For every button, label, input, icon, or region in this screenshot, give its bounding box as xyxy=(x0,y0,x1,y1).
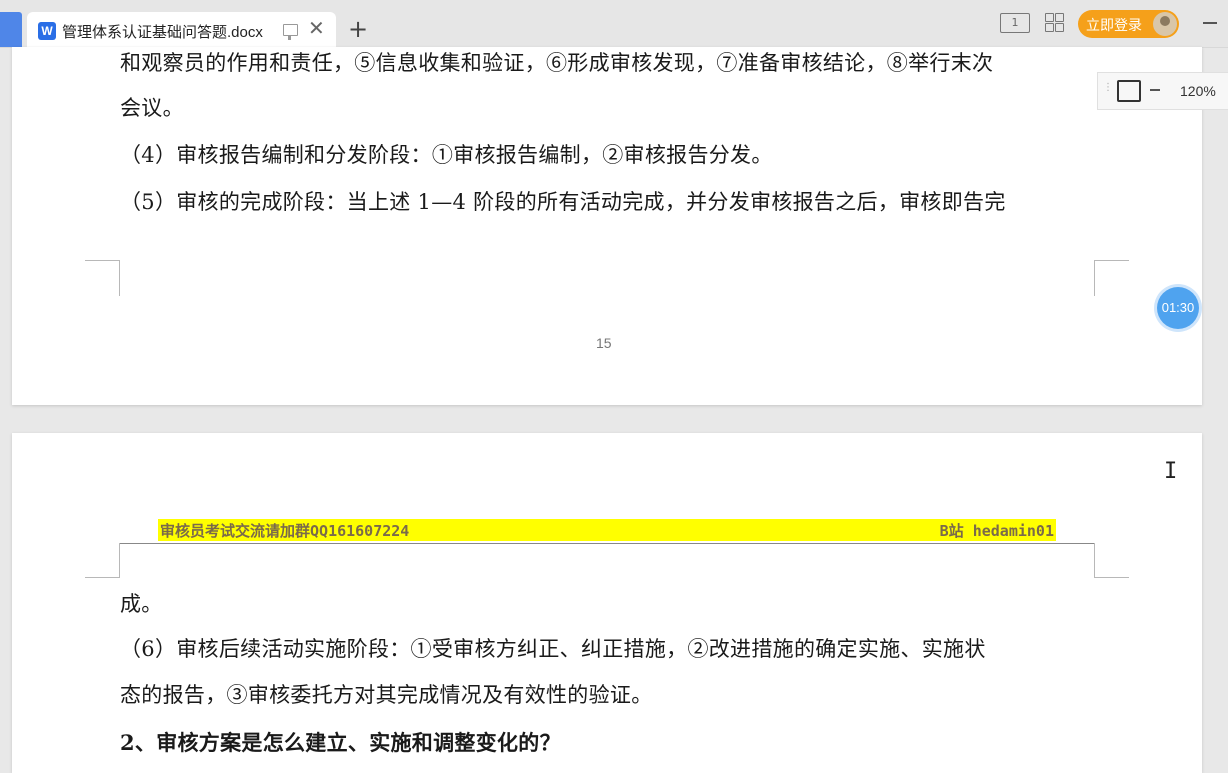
margin-corner-mark xyxy=(85,543,120,578)
page-header-highlight[interactable]: 审核员考试交流请加群QQ161607224 B站 hedamin01 xyxy=(158,519,1056,541)
timer-bubble[interactable]: 01:30 xyxy=(1157,287,1199,329)
minimize-window-button[interactable] xyxy=(1203,22,1217,24)
wps-writer-icon: W xyxy=(38,22,56,40)
body-text-line[interactable]: （5）审核的完成阶段：当上述 1—4 阶段的所有活动完成，并分发审核报告之后，审… xyxy=(120,186,1006,216)
header-right-text: B站 hedamin01 xyxy=(939,522,1054,540)
close-tab-icon[interactable]: ✕ xyxy=(308,16,325,40)
zoom-level[interactable]: 120% xyxy=(1180,83,1216,99)
body-text-line[interactable]: （4）审核报告编制和分发阶段：①审核报告编制，②审核报告分发。 xyxy=(120,139,773,169)
app-menu-button[interactable] xyxy=(0,12,22,47)
login-button[interactable]: 立即登录 xyxy=(1078,10,1179,38)
tab-bar: W 管理体系认证基础问答题.docx ✕ + 1 立即登录 xyxy=(0,0,1228,48)
login-label: 立即登录 xyxy=(1086,17,1142,33)
zoom-out-button[interactable] xyxy=(1150,89,1160,91)
new-tab-button[interactable]: + xyxy=(348,15,368,43)
question-heading[interactable]: 2、审核方案是怎么建立、实施和调整变化的？ xyxy=(120,727,561,757)
avatar-icon xyxy=(1153,12,1177,36)
text-cursor-icon: I xyxy=(1164,459,1178,484)
body-text-line[interactable]: 会议。 xyxy=(120,92,184,122)
pin-tab-icon[interactable] xyxy=(283,24,298,40)
app-grid-icon[interactable] xyxy=(1045,13,1064,32)
header-divider xyxy=(120,543,1094,544)
document-tab[interactable]: W 管理体系认证基础问答题.docx ✕ xyxy=(27,12,336,47)
page-number: 15 xyxy=(596,335,612,351)
margin-corner-mark xyxy=(1094,543,1129,578)
body-text-line[interactable]: 和观察员的作用和责任，⑤信息收集和验证，⑥形成审核发现，⑦准备审核结论，⑧举行末… xyxy=(120,47,993,77)
document-page-16: 审核员考试交流请加群QQ161607224 B站 hedamin01 成。 （6… xyxy=(12,433,1202,773)
document-tab-title: 管理体系认证基础问答题.docx xyxy=(62,24,263,41)
body-text-line[interactable]: （6）审核后续活动实施阶段：①受审核方纠正、纠正措施，②改进措施的确定实施、实施… xyxy=(120,633,986,663)
document-page-15: 和观察员的作用和责任，⑤信息收集和验证，⑥形成审核发现，⑦准备审核结论，⑧举行末… xyxy=(12,47,1202,405)
body-text-line[interactable]: 态的报告，③审核委托方对其完成情况及有效性的验证。 xyxy=(120,679,653,709)
reading-mode-icon[interactable]: 1 xyxy=(1000,13,1030,33)
zoom-panel: ⋮ 120% xyxy=(1097,72,1228,110)
drag-handle-icon[interactable]: ⋮ xyxy=(1103,82,1113,93)
margin-corner-mark xyxy=(1094,260,1129,296)
body-text-line[interactable]: 成。 xyxy=(120,588,163,618)
header-left-text: 审核员考试交流请加群QQ161607224 xyxy=(160,522,410,540)
margin-corner-mark xyxy=(85,260,120,296)
fit-page-icon[interactable] xyxy=(1117,80,1141,102)
